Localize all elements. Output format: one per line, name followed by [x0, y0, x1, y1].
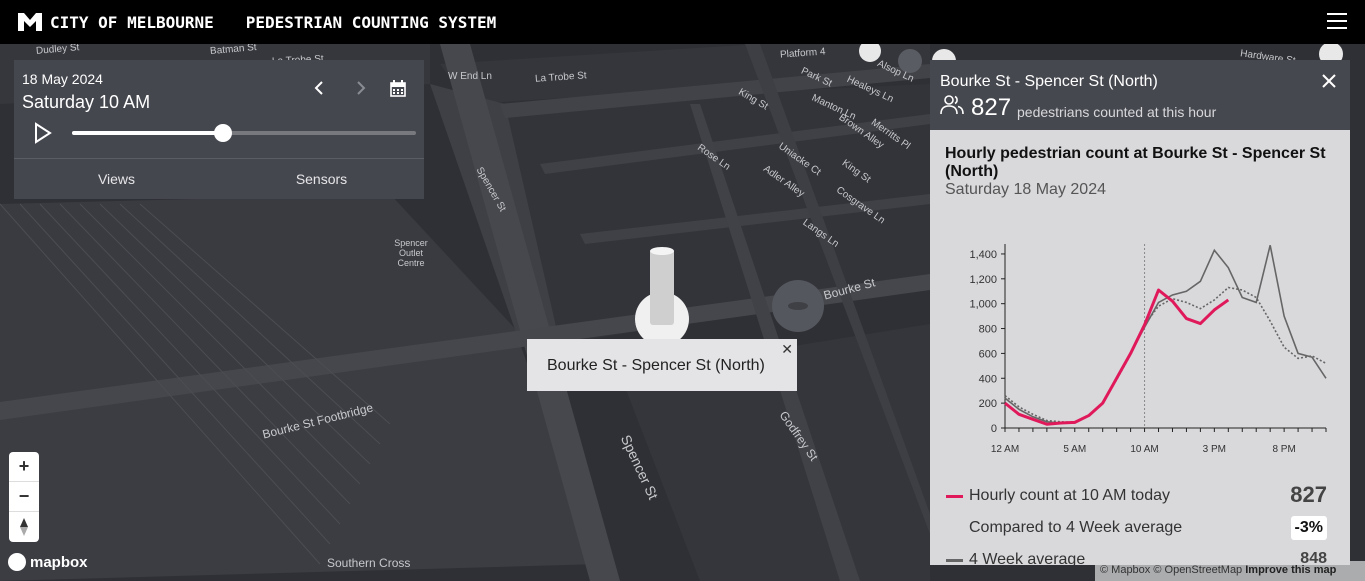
chevron-right-icon: [357, 81, 366, 95]
y-tick-label: 1,000: [969, 299, 997, 311]
sensor-tooltip: Bourke St - Spencer St (North) ✕: [527, 339, 797, 391]
improve-map-link[interactable]: Improve this map: [1245, 564, 1336, 576]
x-tick-label: 8 PM: [1272, 444, 1295, 455]
brand-name: City of Melbourne: [50, 12, 214, 32]
x-tick-label: 5 AM: [1063, 444, 1086, 455]
place-label: Southern Cross: [327, 556, 411, 570]
calendar-icon: [390, 79, 406, 97]
legend-average-label: 4 Week average: [969, 551, 1086, 565]
mapbox-attribution-link[interactable]: © Mapbox: [1100, 564, 1150, 576]
reset-bearing-button[interactable]: [9, 512, 39, 542]
melbourne-logo-icon: [18, 13, 42, 31]
next-hour-button[interactable]: [350, 77, 372, 99]
pedestrian-count-label: pedestrians counted at this hour: [1017, 104, 1217, 120]
play-icon[interactable]: [33, 122, 53, 144]
calendar-button[interactable]: [387, 77, 409, 99]
tab-views[interactable]: Views: [14, 159, 219, 199]
zoom-in-button[interactable]: +: [9, 452, 39, 482]
compass-icon: [20, 518, 28, 536]
y-tick-label: 200: [979, 398, 997, 410]
comparison-badge: -3%: [1290, 516, 1327, 540]
selected-time: Saturday 10 AM: [22, 92, 151, 112]
legend-average-value: 848: [1300, 550, 1327, 565]
chart-title: Hourly pedestrian count at Bourke St - S…: [945, 145, 1326, 180]
place-label: Spencer Outlet Centre: [394, 238, 428, 268]
legend-swatch-today: [946, 495, 963, 498]
chart-subtitle: Saturday 18 May 2024: [945, 181, 1106, 198]
chevron-left-icon: [314, 81, 323, 95]
legend-today-value: 827: [1290, 482, 1327, 507]
legend-today-label: Hourly count at 10 AM today: [969, 487, 1170, 504]
y-tick-label: 800: [979, 324, 997, 336]
legend-swatch-average: [946, 559, 963, 562]
x-tick-label: 3 PM: [1203, 444, 1226, 455]
top-bar: City of Melbourne Pedestrian Counting Sy…: [0, 0, 1365, 44]
people-icon: [940, 95, 964, 115]
y-tick-label: 1,400: [969, 249, 997, 261]
legend-comparison: Compared to 4 Week average -3%: [945, 516, 1340, 544]
hamburger-icon[interactable]: [1327, 13, 1347, 29]
close-icon[interactable]: ✕: [781, 341, 793, 358]
legend-today: Hourly count at 10 AM today 827: [945, 482, 1340, 512]
series-line-2: [1004, 286, 1327, 424]
series-line-0: [1004, 288, 1230, 426]
tab-sensors[interactable]: Sensors: [219, 159, 424, 199]
y-tick-label: 600: [979, 348, 997, 360]
time-control-panel: 18 May 2024 Saturday 10 AM Views Sensors: [14, 60, 424, 199]
mapbox-logo[interactable]: mapbox: [8, 553, 88, 571]
zoom-out-button[interactable]: −: [9, 482, 39, 512]
x-tick-label: 10 AM: [1130, 444, 1158, 455]
hourly-count-chart: 0 200 400 600 800 1,000 1,200 1,400 12 AM 5 AM 10 …: [969, 244, 1327, 455]
sensor-info-header: Bourke St - Spencer St (North) 827 pedes…: [930, 60, 1350, 130]
time-slider-thumb[interactable]: [214, 124, 233, 142]
sensor-info-panel: Bourke St - Spencer St (North) 827 pedes…: [930, 60, 1350, 565]
close-icon[interactable]: [1320, 72, 1338, 90]
street-label: W End Ln: [448, 71, 492, 82]
y-tick-label: 400: [979, 373, 997, 385]
time-slider[interactable]: [72, 124, 416, 142]
y-tick-label: 1,200: [969, 274, 997, 286]
sensor-tooltip-label: Bourke St - Spencer St (North): [547, 357, 765, 374]
osm-attribution-link[interactable]: © OpenStreetMap: [1153, 564, 1242, 576]
time-slider-fill: [72, 131, 224, 135]
x-tick-label: 12 AM: [991, 444, 1019, 455]
city-logo[interactable]: City of Melbourne: [18, 13, 214, 32]
y-tick-label: 0: [991, 423, 997, 435]
pedestrian-count: 827: [971, 94, 1012, 121]
previous-hour-button[interactable]: [308, 77, 330, 99]
mapbox-logo-icon: [8, 553, 26, 571]
zoom-controls: + −: [9, 452, 39, 542]
app-title: Pedestrian Counting System: [245, 12, 497, 32]
legend-average: 4 Week average 848: [945, 548, 1340, 565]
selected-date: 18 May 2024: [22, 71, 103, 87]
sensor-name: Bourke St - Spencer St (North): [940, 73, 1158, 90]
panel-tabs: Views Sensors: [14, 158, 424, 199]
legend-comparison-label: Compared to 4 Week average: [969, 519, 1183, 536]
